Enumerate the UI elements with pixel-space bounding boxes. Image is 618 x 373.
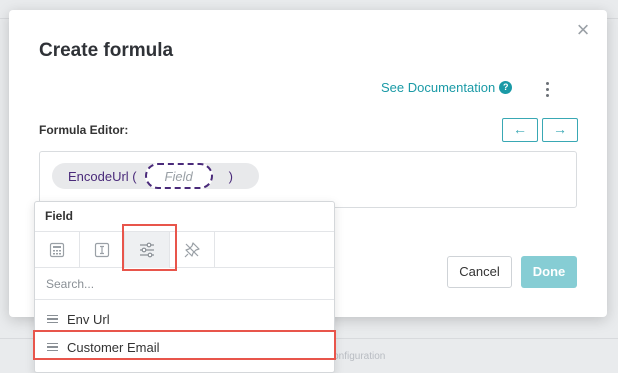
more-options-icon[interactable] <box>540 80 554 98</box>
calculator-icon <box>49 242 65 258</box>
tab-text[interactable] <box>80 232 125 268</box>
tab-calculator[interactable] <box>35 232 80 268</box>
field-search-input[interactable] <box>35 268 334 300</box>
formula-function-pill[interactable]: EncodeUrl ( Field ) <box>52 163 259 189</box>
undo-button[interactable]: ← <box>502 118 538 142</box>
text-lines-icon <box>47 314 58 324</box>
text-lines-icon <box>47 342 58 352</box>
see-documentation-link[interactable]: See Documentation ? <box>381 80 513 95</box>
tab-other[interactable] <box>170 232 215 268</box>
field-option-label: Customer Email <box>67 339 160 355</box>
modal-title: Create formula <box>39 40 174 61</box>
dropdown-header: Field <box>45 209 74 223</box>
field-option-customer-email[interactable]: Customer Email <box>35 333 334 361</box>
cancel-button[interactable]: Cancel <box>447 256 512 288</box>
done-button[interactable]: Done <box>521 256 577 288</box>
close-icon[interactable]: × <box>573 19 593 41</box>
field-type-tabs <box>35 231 334 268</box>
text-cursor-icon <box>94 242 110 258</box>
function-name: EncodeUrl ( <box>68 168 137 184</box>
see-documentation-label: See Documentation <box>381 80 496 95</box>
field-option-env-url[interactable]: Env Url <box>35 305 334 333</box>
help-icon: ? <box>499 81 513 94</box>
sliders-icon <box>140 242 154 258</box>
function-close-paren: ) <box>228 168 233 184</box>
tab-variables[interactable] <box>125 232 170 268</box>
formula-editor-label: Formula Editor: <box>39 123 129 137</box>
field-option-label: Env Url <box>67 311 110 327</box>
field-picker-dropdown: Field Search... Env Url Customer Email <box>34 201 335 373</box>
redo-button[interactable]: → <box>542 118 578 142</box>
field-placeholder-slot[interactable]: Field <box>144 163 213 189</box>
formula-editor[interactable]: EncodeUrl ( Field ) <box>39 151 577 208</box>
pin-off-icon <box>184 242 200 258</box>
